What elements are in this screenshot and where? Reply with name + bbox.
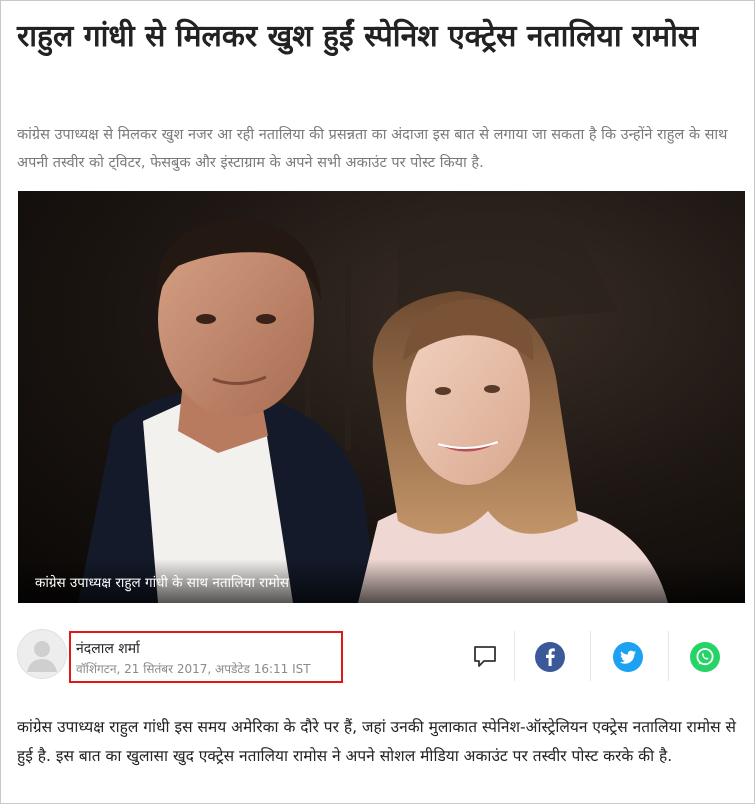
twitter-icon <box>620 650 636 664</box>
article-body: कांग्रेस उपाध्यक्ष राहुल गांधी इस समय अम… <box>17 718 737 765</box>
comment-icon <box>474 646 496 667</box>
facebook-share-button[interactable] <box>535 642 565 672</box>
comment-button[interactable] <box>472 643 498 669</box>
divider <box>590 631 591 681</box>
image-caption: कांग्रेस उपाध्यक्ष राहुल गांधी के साथ नत… <box>35 575 290 591</box>
article-photo[interactable]: कांग्रेस उपाध्यक्ष राहुल गांधी के साथ नत… <box>18 191 745 603</box>
twitter-share-button[interactable] <box>613 642 643 672</box>
facebook-icon <box>546 648 555 666</box>
article-page: राहुल गांधी से मिलकर खुश हुईं स्पेनिश एक… <box>0 0 755 804</box>
author-name[interactable]: नंदलाल शर्मा <box>76 639 140 658</box>
whatsapp-share-button[interactable] <box>690 642 720 672</box>
photo-illustration <box>18 191 745 603</box>
dateline: वॉशिंगटन, 21 सितंबर 2017, अपडेटेड 16:11 … <box>76 662 311 676</box>
divider <box>514 631 515 681</box>
author-info-highlight: नंदलाल शर्मा वॉशिंगटन, 21 सितंबर 2017, अ… <box>69 631 343 683</box>
divider <box>668 631 669 681</box>
whatsapp-icon <box>696 648 714 666</box>
byline-row: नंदलाल शर्मा वॉशिंगटन, 21 सितंबर 2017, अ… <box>17 627 741 687</box>
author-avatar <box>17 629 67 679</box>
article-summary: कांग्रेस उपाध्यक्ष से मिलकर खुश नजर आ रह… <box>17 127 728 171</box>
avatar-placeholder-icon <box>27 641 57 672</box>
article-headline: राहुल गांधी से मिलकर खुश हुईं स्पेनिश एक… <box>17 19 699 54</box>
